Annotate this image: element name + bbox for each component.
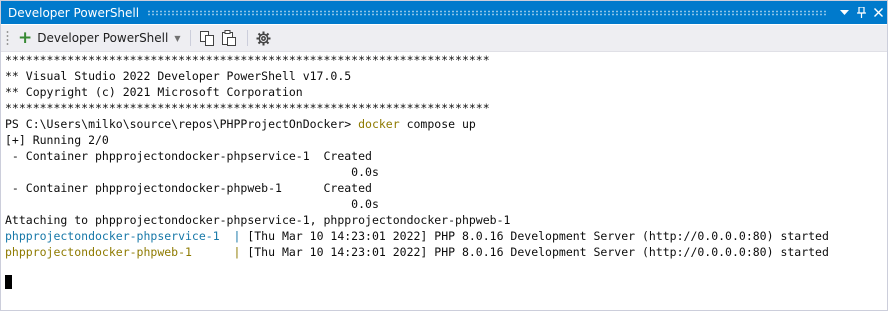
command-keyword: docker xyxy=(358,117,400,131)
copyright-line: ** Copyright (c) 2021 Microsoft Corporat… xyxy=(5,85,303,99)
attaching-line: Attaching to phpprojectondocker-phpservi… xyxy=(5,213,511,227)
toolbar-separator xyxy=(246,30,248,46)
toolbar-grip[interactable] xyxy=(6,30,9,46)
log-line: phpprojectondocker-phpservice-1 | [Thu M… xyxy=(5,228,829,244)
command-args: compose up xyxy=(399,117,476,131)
command-line: PS C:\Users\milko\source\repos\PHPProjec… xyxy=(5,116,476,132)
prompt: PS C:\Users\milko\source\repos\PHPProjec… xyxy=(5,117,359,131)
copy-icon[interactable] xyxy=(197,27,217,49)
banner-line: ****************************************… xyxy=(5,53,490,67)
title-grip[interactable] xyxy=(147,9,826,16)
log-message: [Thu Mar 10 14:23:01 2022] PHP 8.0.16 De… xyxy=(247,245,829,259)
title-bar[interactable]: Developer PowerShell xyxy=(1,1,887,24)
terminal-toolbar: + Developer PowerShell ▼ xyxy=(1,25,887,52)
chevron-down-icon[interactable]: ▼ xyxy=(174,34,180,43)
gear-icon[interactable] xyxy=(254,27,274,49)
new-terminal-label: Developer PowerShell xyxy=(37,31,169,45)
log-message: [Thu Mar 10 14:23:01 2022] PHP 8.0.16 De… xyxy=(247,229,829,243)
pin-icon[interactable] xyxy=(853,3,869,23)
developer-powershell-window: Developer PowerShell + Developer PowerSh… xyxy=(0,0,888,311)
container-status-line: - Container phpprojectondocker-phpservic… xyxy=(5,149,372,163)
close-icon[interactable] xyxy=(870,3,886,23)
header-line: ** Visual Studio 2022 Developer PowerShe… xyxy=(5,69,352,83)
log-prefix-phpservice: phpprojectondocker-phpservice-1 | xyxy=(5,229,248,243)
window-dropdown-icon[interactable] xyxy=(836,3,852,23)
window-title: Developer PowerShell xyxy=(8,5,140,20)
container-time-line: 0.0s xyxy=(5,165,379,179)
container-status-line: - Container phpprojectondocker-phpweb-1 … xyxy=(5,181,372,195)
banner-line: ****************************************… xyxy=(5,101,490,115)
running-line: [+] Running 2/0 xyxy=(5,133,109,147)
terminal-output[interactable]: ****************************************… xyxy=(1,52,887,310)
new-terminal-button[interactable]: + Developer PowerShell ▼ xyxy=(15,27,184,49)
log-line: phpprojectondocker-phpweb-1 | [Thu Mar 1… xyxy=(5,244,829,260)
plus-icon: + xyxy=(18,27,33,48)
toolbar-separator xyxy=(189,30,191,46)
text-cursor xyxy=(5,275,12,289)
container-time-line: 0.0s xyxy=(5,197,379,211)
paste-icon[interactable] xyxy=(219,27,239,49)
log-prefix-phpweb: phpprojectondocker-phpweb-1 | xyxy=(5,245,248,259)
